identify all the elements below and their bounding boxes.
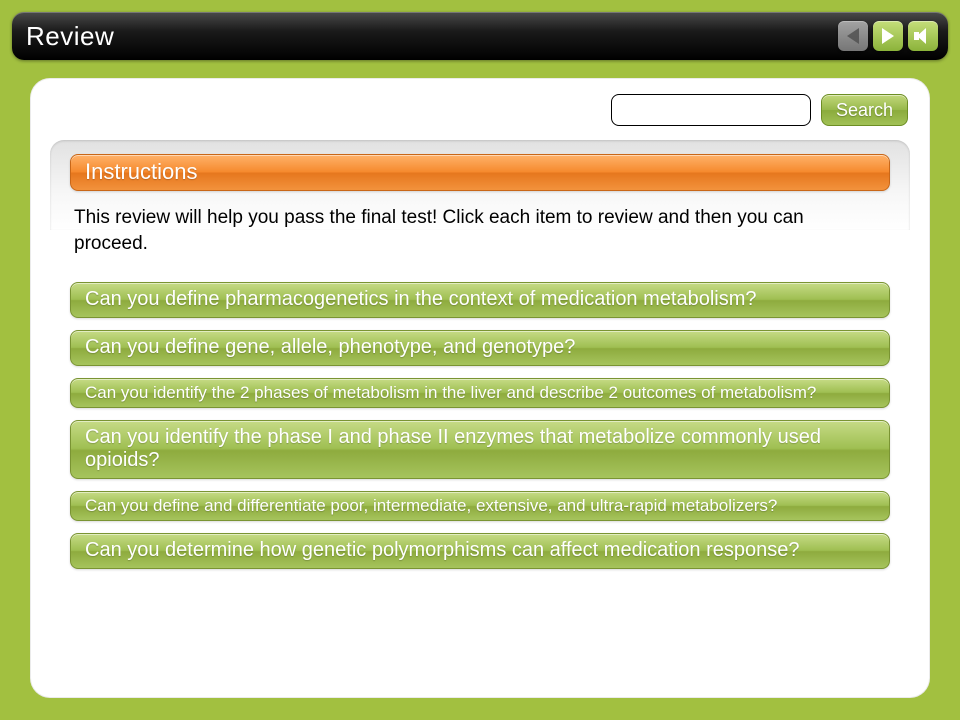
review-item-3[interactable]: Can you identify the phase I and phase I… [70, 420, 890, 479]
triangle-left-icon [847, 28, 859, 44]
triangle-right-icon [882, 28, 894, 44]
instructions-body: This review will help you pass the final… [70, 203, 830, 256]
review-items-list: Can you define pharmacogenetics in the c… [70, 282, 890, 569]
review-item-1[interactable]: Can you define gene, allele, phenotype, … [70, 330, 890, 366]
next-button[interactable] [873, 21, 903, 51]
review-item-2[interactable]: Can you identify the 2 phases of metabol… [70, 378, 890, 408]
page-title: Review [26, 21, 833, 52]
audio-button[interactable] [908, 21, 938, 51]
search-button[interactable]: Search [821, 94, 908, 126]
search-row: Search [50, 94, 910, 126]
inner-card: Instructions This review will help you p… [50, 140, 910, 569]
speaker-icon [914, 28, 932, 44]
review-item-0[interactable]: Can you define pharmacogenetics in the c… [70, 282, 890, 318]
review-item-5[interactable]: Can you determine how genetic polymorphi… [70, 533, 890, 569]
header-bar: Review [12, 12, 948, 60]
search-input[interactable] [611, 94, 811, 126]
review-item-4[interactable]: Can you define and differentiate poor, i… [70, 491, 890, 521]
content-panel: Search Instructions This review will hel… [30, 78, 930, 698]
prev-button [838, 21, 868, 51]
instructions-heading: Instructions [70, 154, 890, 191]
